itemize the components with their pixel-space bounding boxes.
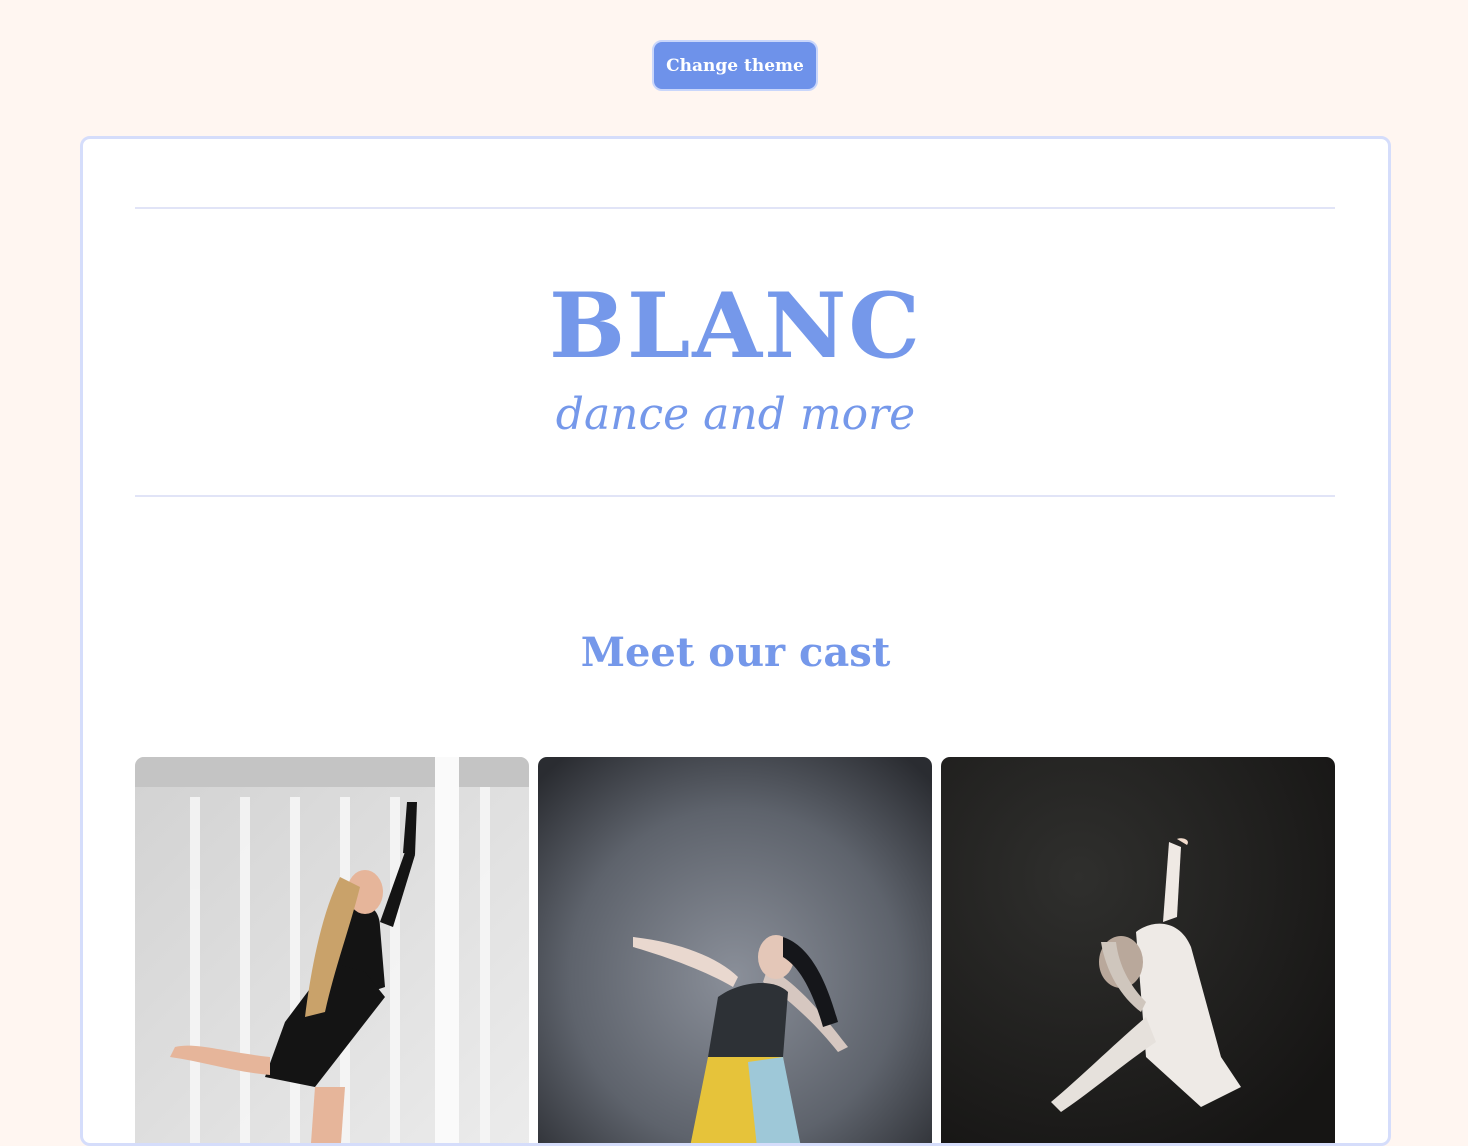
brand-title: BLANC — [548, 273, 923, 379]
cast-photo-1 — [135, 757, 529, 1143]
dancer-dark-stage-image — [941, 757, 1335, 1143]
content-card: BLANC dance and more Meet our cast — [80, 136, 1391, 1146]
cast-photo-2 — [538, 757, 932, 1143]
dancer-white-studio-image — [135, 757, 529, 1143]
change-theme-button[interactable]: Change theme — [652, 40, 818, 91]
dancer-grey-backdrop-image — [538, 757, 932, 1143]
cast-gallery — [135, 757, 1336, 1143]
cast-photo-3 — [941, 757, 1335, 1143]
cast-section-title: Meet our cast — [580, 629, 891, 676]
divider-top — [135, 207, 1335, 209]
divider-bottom — [135, 495, 1335, 497]
brand-tagline: dance and more — [555, 389, 916, 440]
